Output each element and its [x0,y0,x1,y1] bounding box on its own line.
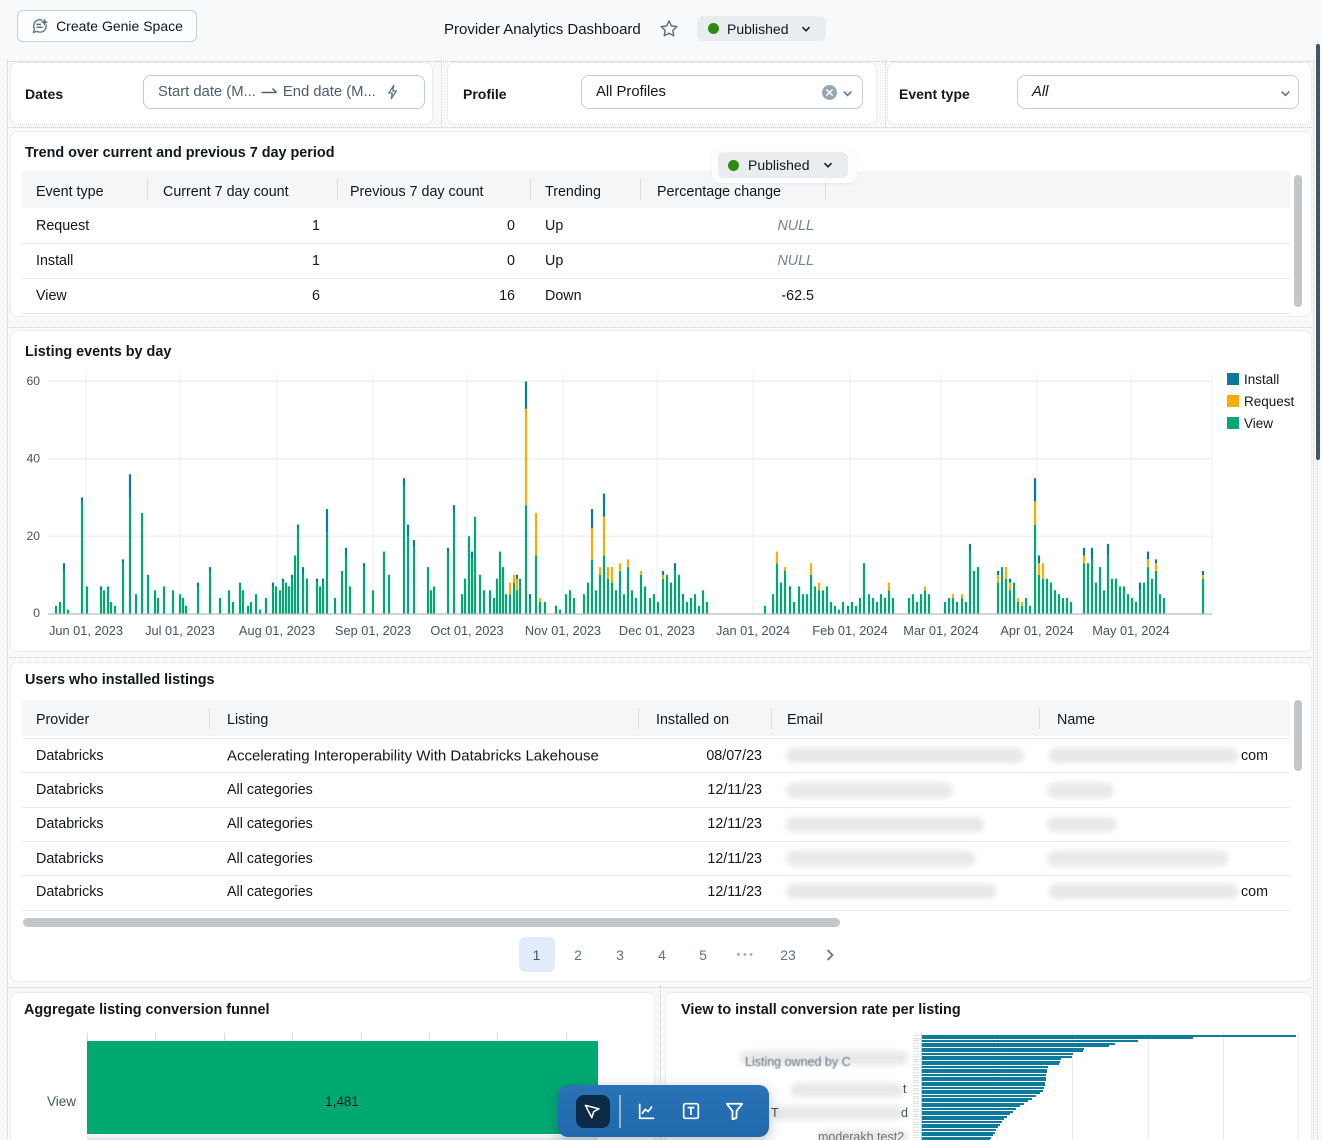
svg-text:20: 20 [26,529,40,543]
svg-text:Dec 01, 2023: Dec 01, 2023 [619,623,695,638]
svg-text:Jul 01, 2023: Jul 01, 2023 [145,623,215,638]
svg-text:Jan 01, 2024: Jan 01, 2024 [716,623,790,638]
svg-text:Nov 01, 2023: Nov 01, 2023 [525,623,601,638]
svg-text:Apr 01, 2024: Apr 01, 2024 [1000,623,1073,638]
svg-text:0: 0 [33,606,40,620]
svg-text:Jun 01, 2023: Jun 01, 2023 [49,623,123,638]
svg-text:40: 40 [26,451,40,465]
svg-text:60: 60 [26,374,40,388]
svg-text:Aug 01, 2023: Aug 01, 2023 [239,623,315,638]
svg-text:Sep 01, 2023: Sep 01, 2023 [335,623,411,638]
svg-text:Oct 01, 2023: Oct 01, 2023 [430,623,503,638]
svg-text:May 01, 2024: May 01, 2024 [1092,623,1170,638]
svg-text:Feb 01, 2024: Feb 01, 2024 [812,623,887,638]
svg-text:Mar 01, 2024: Mar 01, 2024 [903,623,978,638]
